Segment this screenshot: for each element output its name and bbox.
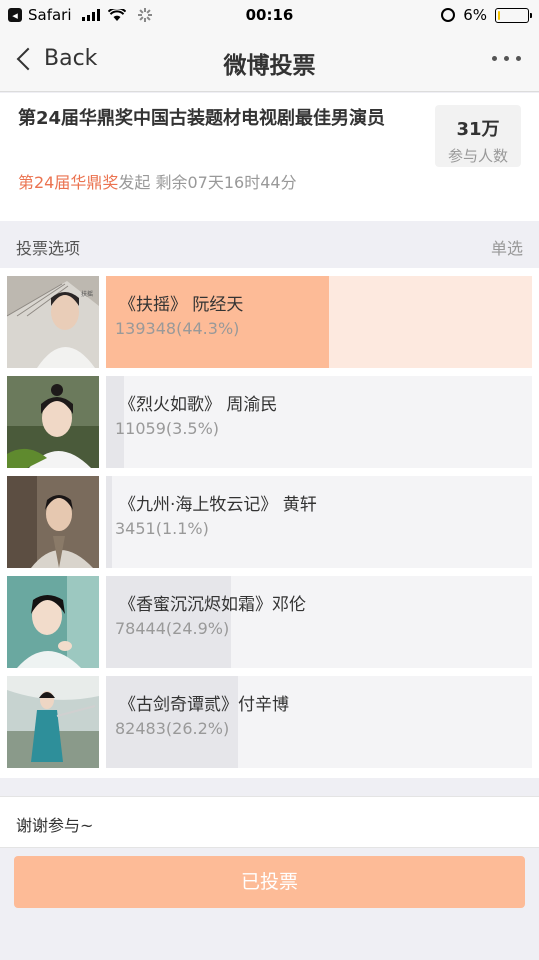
options-section-header: 投票选项 单选	[0, 222, 539, 268]
poll-info-card: 第24届华鼎奖中国古装题材电视剧最佳男演员 第24届华鼎奖发起 剩余07天16时…	[0, 93, 539, 221]
poll-initiated-text: 发起	[118, 173, 151, 192]
option-name: 《扶摇》 阮经天	[119, 295, 244, 315]
option-votes: 11059(3.5%)	[115, 419, 220, 438]
battery-percent: 6%	[463, 6, 487, 24]
participants-box: 31万 参与人数	[435, 105, 521, 167]
more-options-button[interactable]	[492, 56, 521, 61]
option-votes: 139348(44.3%)	[115, 319, 240, 338]
thanks-text: 谢谢参与~	[16, 816, 94, 835]
poll-meta: 第24届华鼎奖发起 剩余07天16时44分	[18, 169, 297, 193]
battery-icon	[495, 7, 532, 23]
navigation-bar: Back 微博投票	[0, 30, 539, 92]
option-name: 《烈火如歌》 周渝民	[119, 395, 278, 415]
candidate-photo: 扶摇	[7, 276, 99, 368]
option-name: 《九州·海上牧云记》 黄轩	[119, 495, 317, 515]
participants-label: 参与人数	[447, 147, 508, 165]
status-right: 6%	[441, 6, 532, 24]
poll-title: 第24届华鼎奖中国古装题材电视剧最佳男演员	[18, 108, 386, 129]
vote-bar-fill	[106, 476, 112, 568]
option-votes: 78444(24.9%)	[115, 619, 230, 638]
option-name: 《香蜜沉沉烬如霜》邓伦	[119, 595, 306, 615]
participants-count: 31万	[456, 119, 500, 140]
options-section-label: 投票选项	[16, 239, 81, 258]
thanks-row: 谢谢参与~	[0, 796, 539, 848]
selection-mode-label: 单选	[490, 239, 523, 258]
status-bar: ◂ Safari 00:16 6%	[0, 0, 539, 30]
vote-option[interactable]: 《古剑奇谭贰》付辛博 82483(26.2%)	[7, 676, 532, 768]
vote-options-list: 扶摇 《扶摇》 阮经天 139348(44.3%) 《烈火如歌》 周渝民 110…	[0, 268, 539, 778]
poll-remaining-time: 剩余07天16时44分	[155, 173, 297, 192]
vote-option[interactable]: 《烈火如歌》 周渝民 11059(3.5%)	[7, 376, 532, 468]
candidate-photo	[7, 576, 99, 668]
page-title: 微博投票	[223, 53, 316, 79]
candidate-photo	[7, 676, 99, 768]
option-name: 《古剑奇谭贰》付辛博	[119, 695, 289, 715]
candidate-photo	[7, 376, 99, 468]
option-votes: 3451(1.1%)	[115, 519, 209, 538]
more-dots-icon	[492, 56, 497, 61]
rotation-lock-icon	[441, 8, 456, 22]
vote-option[interactable]: 《九州·海上牧云记》 黄轩 3451(1.1%)	[7, 476, 532, 568]
vote-option[interactable]: 扶摇 《扶摇》 阮经天 139348(44.3%)	[7, 276, 532, 368]
voted-button[interactable]: 已投票	[14, 856, 525, 908]
vote-option[interactable]: 《香蜜沉沉烬如霜》邓伦 78444(24.9%)	[7, 576, 532, 668]
poll-initiator-link[interactable]: 第24届华鼎奖	[18, 173, 118, 192]
option-votes: 82483(26.2%)	[115, 719, 230, 738]
candidate-photo	[7, 476, 99, 568]
svg-text:扶摇: 扶摇	[81, 290, 93, 298]
